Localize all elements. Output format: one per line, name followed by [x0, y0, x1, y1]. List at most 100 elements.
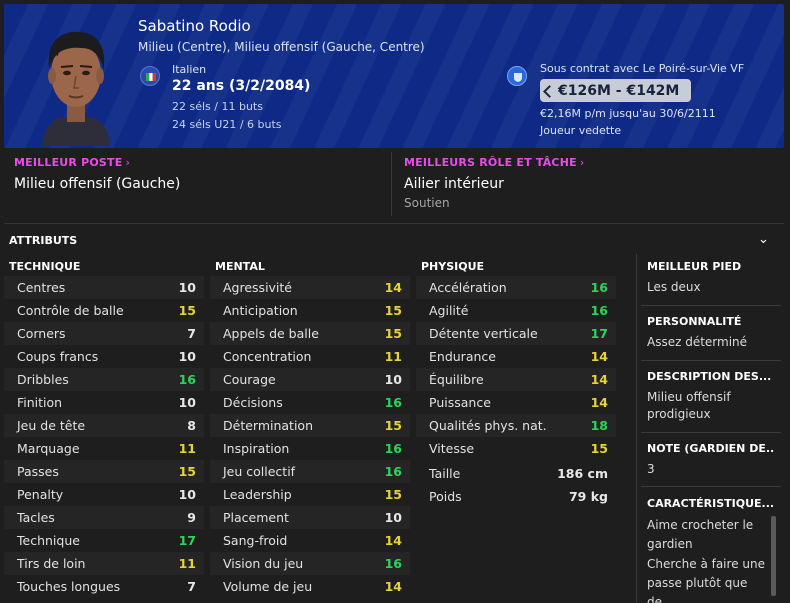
attribute-row[interactable]: Vitesse 15: [416, 437, 616, 460]
attribute-value: 11: [178, 441, 196, 456]
attribute-name: Détermination: [223, 418, 314, 433]
attribute-row[interactable]: Accélération 16: [416, 276, 616, 299]
attribute-value: 15: [384, 487, 402, 502]
attribute-row[interactable]: Inspiration 16: [210, 437, 410, 460]
attribute-row[interactable]: Jeu collectif 16: [210, 460, 410, 483]
header-pattern: [4, 4, 784, 148]
attribute-name: Coups francs: [17, 349, 99, 364]
attribute-name: Technique: [17, 533, 80, 548]
attribute-row[interactable]: Anticipation 15: [210, 299, 410, 322]
attribute-row[interactable]: Tirs de loin 11: [4, 552, 204, 575]
attribute-name: Tirs de loin: [17, 556, 86, 571]
attribute-value: 14: [384, 579, 402, 594]
preferred-foot-value: Les deux: [647, 280, 701, 294]
nation-flag-icon[interactable]: [140, 66, 160, 86]
player-portrait: [42, 31, 110, 146]
attribute-row[interactable]: Coups francs 10: [4, 345, 204, 368]
attribute-row[interactable]: Jeu de tête 8: [4, 414, 204, 437]
attribute-row[interactable]: Puissance 14: [416, 391, 616, 414]
attribute-value: 10: [178, 280, 196, 295]
height-label: Taille: [429, 466, 461, 481]
gk-rating-block[interactable]: NOTE (GARDIEN DE... 3: [647, 442, 775, 478]
attribute-row[interactable]: Technique 17: [4, 529, 204, 552]
technical-list: Centres 10 Contrôle de balle 15 Corners 7 Coup…: [4, 276, 204, 598]
best-role-link[interactable]: MEILLEURS RÔLE ET TÂCHE ›: [404, 156, 584, 169]
attribute-row[interactable]: Détermination 15: [210, 414, 410, 437]
traits-scrollbar[interactable]: [771, 516, 776, 596]
mental-column: MENTAL Agressivité 14 Anticipation 15 Appels…: [210, 260, 410, 598]
nationality: Italien: [172, 63, 207, 76]
attribute-name: Contrôle de balle: [17, 303, 124, 318]
chevron-right-icon: ›: [125, 156, 131, 169]
trait-item: Aime crocheter le gardien: [647, 518, 754, 551]
attribute-row[interactable]: Centres 10: [4, 276, 204, 299]
transfer-value-badge[interactable]: €126M - €142M: [540, 79, 692, 102]
attribute-row[interactable]: Penalty 10: [4, 483, 204, 506]
attribute-row[interactable]: Détente verticale 17: [416, 322, 616, 345]
attribute-row[interactable]: Concentration 11: [210, 345, 410, 368]
attribute-name: Équilibre: [429, 372, 484, 387]
attribute-name: Penalty: [17, 487, 64, 502]
attribute-value: 14: [590, 372, 608, 387]
attribute-row[interactable]: Vision du jeu 16: [210, 552, 410, 575]
attribute-name: Agressivité: [223, 280, 293, 295]
attribute-name: Vision du jeu: [223, 556, 304, 571]
player-name[interactable]: Sabatino Rodio: [138, 17, 251, 35]
attribute-row[interactable]: Leadership 15: [210, 483, 410, 506]
weight-row: Poids 79 kg: [416, 485, 616, 508]
player-traits-title: CARACTÉRISTIQUE...: [647, 497, 775, 510]
attribute-name: Vitesse: [429, 441, 475, 456]
chevron-down-icon[interactable]: ⌄: [758, 232, 769, 247]
attribute-row[interactable]: Agressivité 14: [210, 276, 410, 299]
attribute-row[interactable]: Finition 10: [4, 391, 204, 414]
attribute-row[interactable]: Qualités phys. nat. 18: [416, 414, 616, 437]
attribute-row[interactable]: Marquage 11: [4, 437, 204, 460]
attribute-row[interactable]: Dribbles 16: [4, 368, 204, 391]
attribute-row[interactable]: Passes 15: [4, 460, 204, 483]
attribute-name: Centres: [17, 280, 66, 295]
attribute-row[interactable]: Placement 10: [210, 506, 410, 529]
attribute-row[interactable]: Appels de balle 15: [210, 322, 410, 345]
attribute-row[interactable]: Tacles 9: [4, 506, 204, 529]
attribute-row[interactable]: Agilité 16: [416, 299, 616, 322]
attribute-row[interactable]: Touches longues 7: [4, 575, 204, 598]
attribute-row[interactable]: Équilibre 14: [416, 368, 616, 391]
description-block[interactable]: DESCRIPTION DES... Milieu offensif prodi…: [647, 370, 775, 423]
attribute-name: Tacles: [17, 510, 55, 525]
attribute-row[interactable]: Contrôle de balle 15: [4, 299, 204, 322]
best-role-title: MEILLEURS RÔLE ET TÂCHE: [404, 156, 577, 169]
sidebar-divider: [641, 432, 781, 433]
attribute-value: 10: [384, 372, 402, 387]
mental-title: MENTAL: [215, 260, 265, 273]
u21-caps: 24 séls U21 / 6 buts: [172, 118, 282, 131]
attribute-name: Anticipation: [223, 303, 298, 318]
attribute-row[interactable]: Volume de jeu 14: [210, 575, 410, 598]
transfer-value: €126M - €142M: [558, 82, 680, 99]
attributes-heading: ATTRIBUTS: [9, 234, 78, 247]
attribute-row[interactable]: Courage 10: [210, 368, 410, 391]
personality-value: Assez déterminé: [647, 335, 748, 349]
gk-rating-value: 3: [647, 462, 655, 476]
player-info-sidebar: MEILLEUR PIED Les deux PERSONNALITÉ Asse…: [636, 254, 784, 603]
attribute-name: Volume de jeu: [223, 579, 313, 594]
player-traits-block[interactable]: CARACTÉRISTIQUE... Aime crocheter le gar…: [647, 497, 775, 603]
attribute-row[interactable]: Corners 7: [4, 322, 204, 345]
attribute-row[interactable]: Décisions 16: [210, 391, 410, 414]
attribute-value: 16: [590, 280, 608, 295]
attribute-name: Décisions: [223, 395, 283, 410]
attribute-value: 14: [384, 280, 402, 295]
attribute-value: 15: [384, 303, 402, 318]
attribute-value: 16: [384, 464, 402, 479]
attribute-value: 8: [187, 418, 196, 433]
attribute-name: Jeu collectif: [223, 464, 296, 479]
best-position-link[interactable]: MEILLEUR POSTE ›: [14, 156, 130, 169]
weight-label: Poids: [429, 489, 462, 504]
attribute-value: 17: [590, 326, 608, 341]
attribute-row[interactable]: Sang-froid 14: [210, 529, 410, 552]
player-positions: Milieu (Centre), Milieu offensif (Gauche…: [138, 40, 425, 54]
club-badge-icon[interactable]: [507, 66, 527, 86]
physical-column: PHYSIQUE Accélération 16 Agilité 16 Détente …: [416, 260, 616, 508]
attribute-value: 11: [384, 349, 402, 364]
attribute-value: 14: [384, 533, 402, 548]
attribute-row[interactable]: Endurance 14: [416, 345, 616, 368]
